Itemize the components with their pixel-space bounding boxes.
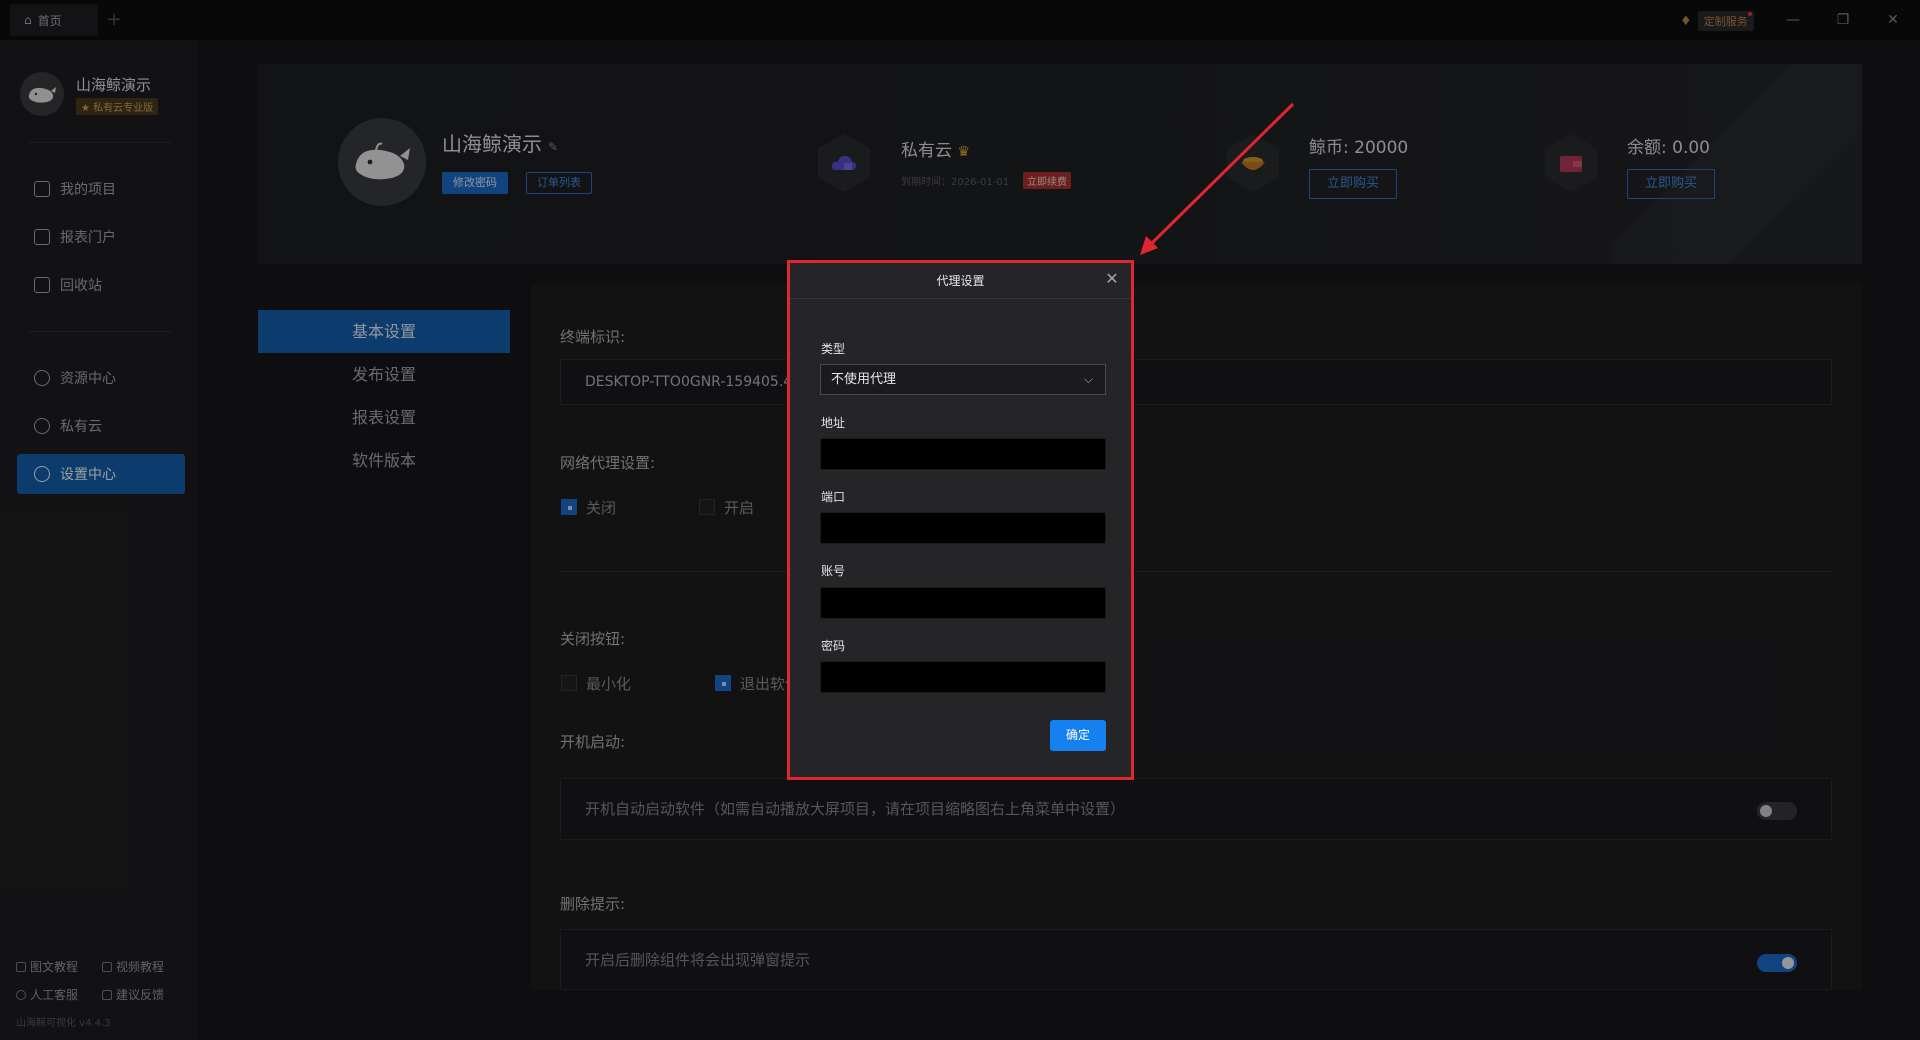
port-label: 端口 — [821, 490, 846, 504]
proxy-type-value: 不使用代理 — [831, 372, 897, 387]
address-input[interactable] — [820, 438, 1106, 470]
account-label: 账号 — [821, 564, 846, 578]
dialog-title: 代理设置 — [790, 263, 1131, 299]
proxy-settings-dialog: 代理设置 ✕ 类型 不使用代理 ⌵ 地址 端口 账号 密码 确定 — [787, 260, 1134, 780]
close-icon[interactable]: ✕ — [1103, 270, 1121, 288]
proxy-type-select[interactable]: 不使用代理 ⌵ — [820, 364, 1106, 395]
password-label: 密码 — [821, 639, 846, 653]
confirm-button[interactable]: 确定 — [1050, 720, 1106, 751]
port-input[interactable] — [820, 512, 1106, 544]
address-label: 地址 — [821, 416, 846, 430]
type-label: 类型 — [821, 342, 846, 356]
chevron-down-icon: ⌵ — [1083, 372, 1093, 386]
account-input[interactable] — [820, 587, 1106, 619]
password-input[interactable] — [820, 661, 1106, 693]
